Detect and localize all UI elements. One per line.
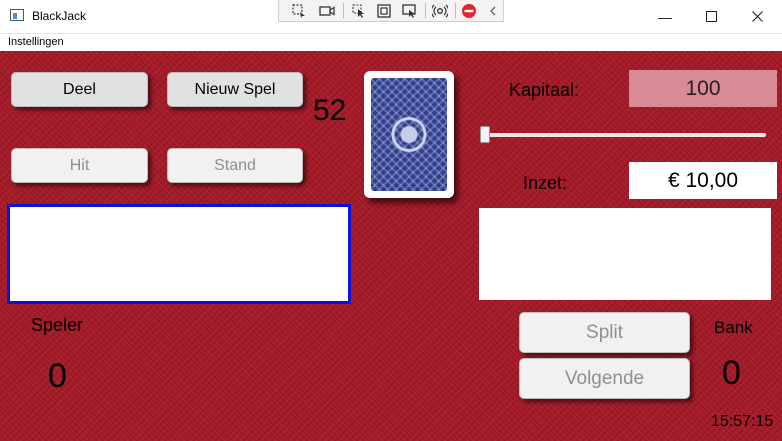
player-cards-area bbox=[7, 204, 351, 304]
maximize-icon bbox=[705, 11, 717, 22]
next-button[interactable]: Volgende bbox=[519, 358, 690, 399]
new-game-button[interactable]: Nieuw Spel bbox=[167, 72, 303, 107]
window-title: BlackJack bbox=[32, 9, 87, 23]
deck-count: 52 bbox=[313, 94, 347, 127]
menu-bar: Instellingen bbox=[0, 34, 782, 51]
pointer-icon[interactable] bbox=[351, 3, 367, 19]
deck-card-back bbox=[364, 71, 454, 198]
stand-button[interactable]: Stand bbox=[167, 148, 303, 183]
bet-value: € 10,00 bbox=[629, 162, 777, 199]
split-button[interactable]: Split bbox=[519, 312, 690, 353]
bet-slider-track[interactable] bbox=[484, 133, 766, 137]
player-score: 0 bbox=[48, 357, 67, 395]
collapse-chevron-icon[interactable] bbox=[485, 3, 501, 19]
fullscreen-select-icon[interactable] bbox=[401, 3, 417, 19]
menu-instellingen[interactable]: Instellingen bbox=[8, 36, 64, 48]
player-label: Speler bbox=[31, 315, 84, 335]
video-camera-icon[interactable] bbox=[319, 3, 335, 19]
minimize-icon: — bbox=[658, 8, 672, 25]
close-button[interactable] bbox=[734, 0, 780, 33]
app-icon bbox=[10, 9, 24, 21]
audio-icon[interactable] bbox=[432, 3, 448, 19]
hit-button[interactable]: Hit bbox=[11, 148, 148, 183]
close-icon bbox=[751, 11, 763, 22]
minimize-button[interactable]: — bbox=[642, 0, 688, 33]
recording-toolbar bbox=[278, 0, 504, 22]
card-back-pattern bbox=[371, 78, 447, 191]
window-select-icon[interactable] bbox=[376, 3, 392, 19]
capital-label: Kapitaal: bbox=[509, 80, 580, 100]
maximize-button[interactable] bbox=[688, 0, 734, 33]
bet-slider-thumb[interactable] bbox=[480, 126, 490, 143]
title-bar: BlackJack — bbox=[0, 0, 782, 34]
region-select-icon[interactable] bbox=[291, 3, 307, 19]
bank-score: 0 bbox=[722, 354, 741, 392]
deal-button[interactable]: Deel bbox=[11, 72, 148, 107]
clock: 15:57:15 bbox=[711, 413, 774, 430]
stop-record-icon[interactable] bbox=[461, 3, 477, 19]
bank-label: Bank bbox=[714, 318, 753, 337]
bet-label: Inzet: bbox=[523, 173, 568, 193]
bank-cards-area bbox=[479, 208, 771, 300]
capital-value: 100 bbox=[629, 70, 777, 107]
